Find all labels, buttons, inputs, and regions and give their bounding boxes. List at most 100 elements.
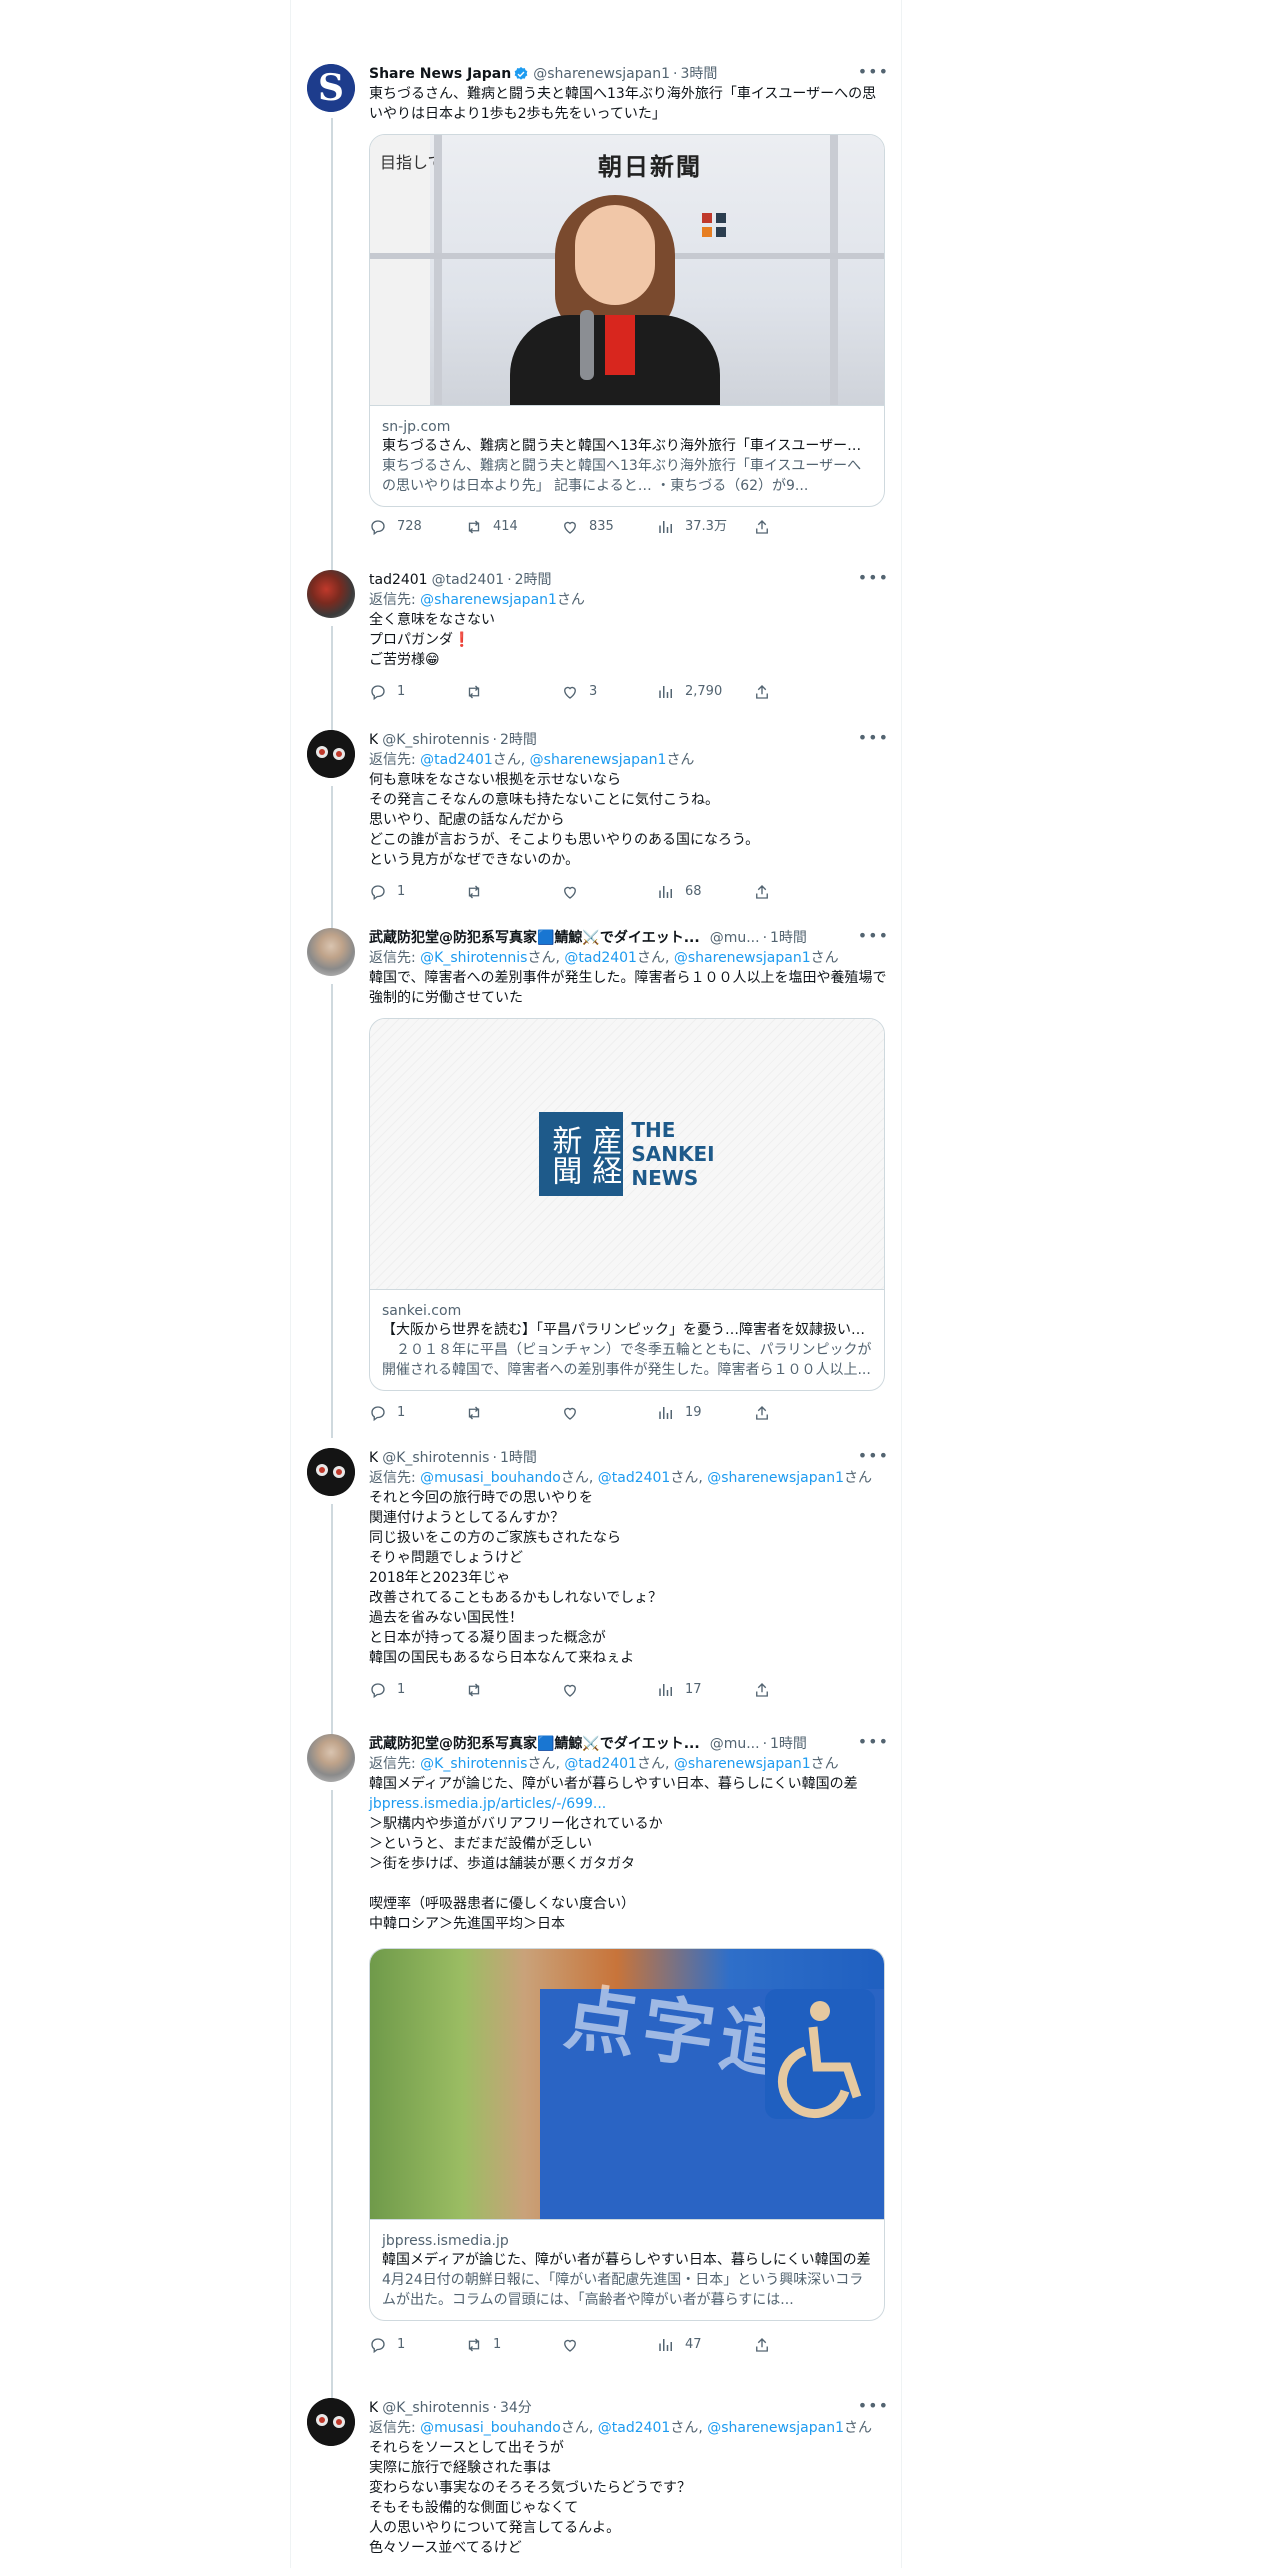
share-icon [756, 2338, 768, 2352]
mention-link[interactable]: @sharenewsjapan1 [674, 950, 811, 966]
views-button[interactable]: 2,790 [657, 682, 753, 702]
display-name[interactable]: 武蔵防犯堂@防犯系写真家🟦鯖鯨⚔️でダイエット... [369, 1734, 700, 1754]
tweet-k-shirotennis[interactable]: K @K_shirotennis · 2時間 ••• 返信先: @tad2401… [291, 724, 903, 930]
mention-link[interactable]: @tad2401 [564, 1756, 637, 1772]
reply-button[interactable]: 728 [369, 517, 465, 537]
views-button[interactable]: 47 [657, 2335, 753, 2355]
reply-count: 1 [397, 1682, 406, 1697]
like-button[interactable] [561, 1680, 657, 1700]
mention-link[interactable]: @musasi_bouhando [420, 2420, 561, 2436]
timestamp[interactable]: 2時間 [500, 730, 537, 750]
avatar[interactable] [307, 1448, 355, 1496]
mention-link[interactable]: @sharenewsjapan1 [530, 752, 667, 768]
avatar[interactable] [307, 730, 355, 778]
share-button[interactable] [753, 682, 781, 702]
mention-link[interactable]: @tad2401 [420, 752, 493, 768]
mention-link[interactable]: @sharenewsjapan1 [707, 1470, 844, 1486]
timestamp[interactable]: 2時間 [515, 570, 552, 590]
link-card[interactable]: 目指して 朝日新聞 sn-jp.com 東ちづるさん、難病と闘う夫と韓国へ13年… [369, 134, 885, 507]
display-name[interactable]: K [369, 2398, 378, 2418]
like-button[interactable]: 835 [561, 517, 657, 537]
thread-line [331, 118, 333, 572]
more-icon[interactable]: ••• [858, 926, 889, 945]
link-card[interactable]: 産経新聞 THE SANKEI NEWS sankei.com 【大阪から世界を… [369, 1018, 885, 1391]
tweet-sharenewsjapan[interactable]: S Share News Japan @sharenewsjapan1 · 3時… [291, 56, 903, 572]
tweet-musasi-bouhando[interactable]: 武蔵防犯堂@防犯系写真家🟦鯖鯨⚔️でダイエット... @mu... · 1時間 … [291, 922, 903, 1438]
like-button[interactable] [561, 882, 657, 902]
mention-link[interactable]: @tad2401 [598, 2420, 671, 2436]
timestamp[interactable]: 3時間 [680, 64, 717, 84]
reply-button[interactable]: 1 [369, 1680, 465, 1700]
avatar[interactable] [307, 928, 355, 976]
user-handle[interactable]: @K_shirotennis [382, 2398, 489, 2418]
display-name[interactable]: K [369, 1448, 378, 1468]
more-icon[interactable]: ••• [858, 1732, 889, 1751]
mention-link[interactable]: @sharenewsjapan1 [674, 1756, 811, 1772]
views-button[interactable]: 68 [657, 882, 753, 902]
views-button[interactable]: 19 [657, 1403, 753, 1423]
display-name[interactable]: 武蔵防犯堂@防犯系写真家🟦鯖鯨⚔️でダイエット... [369, 928, 700, 948]
timestamp[interactable]: 1時間 [770, 1734, 807, 1754]
user-handle[interactable]: @K_shirotennis [382, 730, 489, 750]
retweet-button[interactable] [465, 682, 561, 702]
views-button[interactable]: 37.3万 [657, 517, 753, 537]
avatar[interactable] [307, 570, 355, 618]
user-handle[interactable]: @sharenewsjapan1 [533, 64, 670, 84]
share-button[interactable] [753, 1680, 781, 1700]
display-name[interactable]: K [369, 730, 378, 750]
link-card[interactable]: 点字道路 jbpress.ismedia.jp 韓国メディアが論じた、障がい者が… [369, 1948, 885, 2321]
tweet-musasi-bouhando-2[interactable]: 武蔵防犯堂@防犯系写真家🟦鯖鯨⚔️でダイエット... @mu... · 1時間 … [291, 1728, 903, 2422]
share-button[interactable] [753, 2335, 781, 2355]
like-button[interactable] [561, 1403, 657, 1423]
reply-to-line: 返信先: @K_shirotennisさん, @tad2401さん, @shar… [369, 948, 889, 968]
more-icon[interactable]: ••• [858, 568, 889, 587]
tweet-tad2401[interactable]: tad2401 @tad2401 · 2時間 ••• 返信先: @sharene… [291, 564, 903, 730]
like-button[interactable] [561, 2335, 657, 2355]
user-handle[interactable]: @tad2401 [432, 570, 505, 590]
verified-badge-icon [514, 67, 528, 80]
mention-link[interactable]: @K_shirotennis [420, 950, 527, 966]
tweet-k-shirotennis-2[interactable]: K @K_shirotennis · 1時間 ••• 返信先: @musasi_… [291, 1442, 903, 1738]
more-icon[interactable]: ••• [858, 1446, 889, 1465]
retweet-button[interactable]: 414 [465, 517, 561, 537]
mention-link[interactable]: @sharenewsjapan1 [420, 592, 557, 608]
mention-link[interactable]: @tad2401 [598, 1470, 671, 1486]
share-button[interactable] [753, 882, 781, 902]
mention-link[interactable]: @musasi_bouhando [420, 1470, 561, 1486]
more-icon[interactable]: ••• [858, 728, 889, 747]
mention-link[interactable]: @tad2401 [564, 950, 637, 966]
user-handle[interactable]: @K_shirotennis [382, 1448, 489, 1468]
user-handle[interactable]: @mu... [710, 928, 760, 948]
display-name[interactable]: tad2401 [369, 570, 428, 590]
retweet-button[interactable] [465, 1403, 561, 1423]
thread-line [331, 1790, 333, 2422]
mention-separator: , [664, 1756, 674, 1772]
user-handle[interactable]: @mu... [710, 1734, 760, 1754]
tweet-k-shirotennis-3[interactable]: K @K_shirotennis · 34分 ••• 返信先: @musasi_… [291, 2392, 903, 2568]
timestamp[interactable]: 1時間 [500, 1448, 537, 1468]
display-name[interactable]: Share News Japan [369, 64, 511, 84]
avatar[interactable] [307, 1734, 355, 1782]
reply-button[interactable]: 1 [369, 682, 465, 702]
share-button[interactable] [753, 1403, 781, 1423]
mention-link[interactable]: @K_shirotennis [420, 1756, 527, 1772]
avatar[interactable]: S [307, 64, 355, 112]
reply-button[interactable]: 1 [369, 882, 465, 902]
reply-button[interactable]: 1 [369, 1403, 465, 1423]
retweet-button[interactable] [465, 882, 561, 902]
share-button[interactable] [753, 517, 781, 537]
retweet-button[interactable]: 1 [465, 2335, 561, 2355]
tweet-header: tad2401 @tad2401 · 2時間 [369, 570, 889, 590]
article-link[interactable]: jbpress.ismedia.jp/articles/-/699... [369, 1794, 889, 1814]
avatar[interactable] [307, 2398, 355, 2446]
views-button[interactable]: 17 [657, 1680, 753, 1700]
timestamp[interactable]: 1時間 [770, 928, 807, 948]
like-button[interactable]: 3 [561, 682, 657, 702]
timestamp[interactable]: 34分 [500, 2398, 532, 2418]
mention-link[interactable]: @sharenewsjapan1 [707, 2420, 844, 2436]
reply-button[interactable]: 1 [369, 2335, 465, 2355]
more-icon[interactable]: ••• [858, 62, 889, 81]
retweet-icon [468, 520, 480, 534]
retweet-button[interactable] [465, 1680, 561, 1700]
more-icon[interactable]: ••• [858, 2396, 889, 2415]
